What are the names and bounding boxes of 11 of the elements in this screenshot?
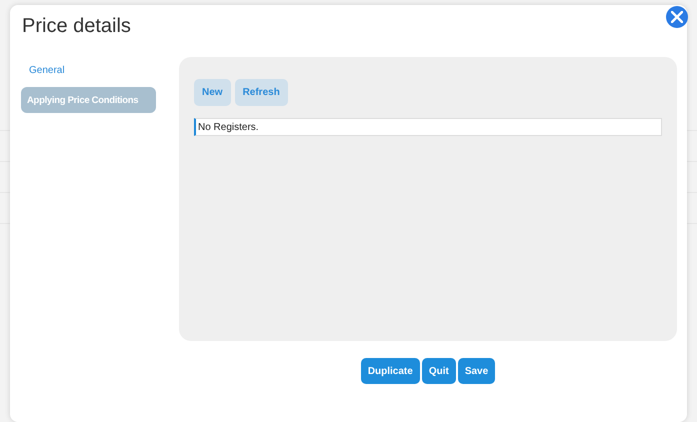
dialog-title: Price details — [22, 15, 131, 38]
empty-message: No Registers. — [194, 118, 662, 136]
close-icon — [671, 11, 683, 23]
footer-button[interactable]: Save — [458, 358, 496, 384]
footer-button[interactable]: Quit — [422, 358, 456, 384]
sidebar-item[interactable]: General — [21, 61, 73, 79]
footer-button[interactable]: Duplicate — [360, 358, 420, 384]
sidebar-item[interactable]: Applying Price Conditions — [21, 87, 156, 113]
toolbar-button[interactable]: New — [194, 79, 231, 106]
toolbar-button[interactable]: Refresh — [234, 79, 288, 106]
close-button[interactable] — [666, 6, 688, 28]
